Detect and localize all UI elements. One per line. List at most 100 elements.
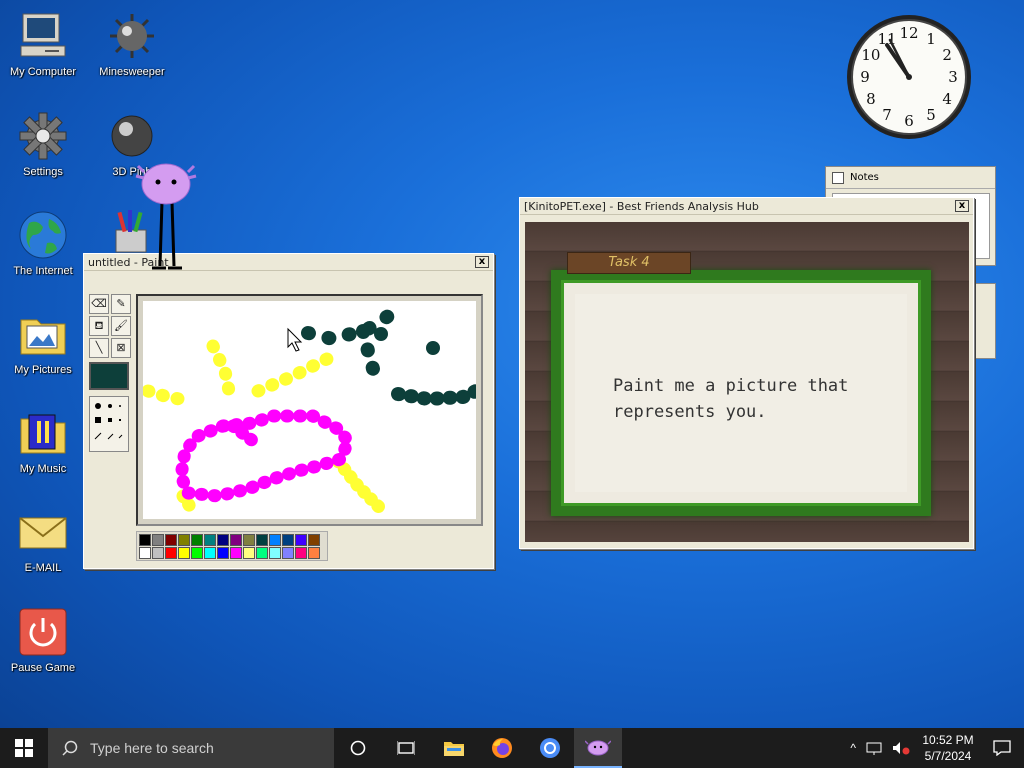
current-color-swatch [89, 362, 129, 390]
palette-swatch[interactable] [152, 534, 164, 546]
palette-swatch[interactable] [230, 534, 242, 546]
palette-swatch[interactable] [243, 534, 255, 546]
notepad-icon [832, 171, 844, 184]
minesweeper-shortcut[interactable]: Minesweeper [92, 10, 172, 78]
select-tool[interactable]: ⊠ [111, 338, 131, 358]
notification-icon [993, 740, 1011, 756]
palette-swatch[interactable] [269, 534, 281, 546]
icon-label: My Computer [9, 66, 77, 78]
palette-swatch[interactable] [204, 547, 216, 559]
clock-number: 4 [942, 90, 952, 108]
palette-swatch[interactable] [308, 547, 320, 559]
palette-swatch[interactable] [295, 547, 307, 559]
system-tray: ^ 10:52 PM 5/7/2024 [844, 728, 1024, 768]
chrome-button[interactable] [526, 728, 574, 768]
task-sign: Task 4 [567, 252, 691, 274]
cortana-icon [350, 740, 366, 756]
palette-swatch[interactable] [217, 534, 229, 546]
palette-swatch[interactable] [204, 534, 216, 546]
clock-number: 5 [926, 106, 936, 124]
notes-window-secondary[interactable] [972, 283, 996, 359]
kinito-icon [585, 740, 611, 756]
clock-number: 12 [899, 24, 918, 42]
firefox-button[interactable] [478, 728, 526, 768]
email-shortcut[interactable]: E-MAIL [3, 506, 83, 574]
brush-tool[interactable]: 🖌 [111, 316, 131, 336]
palette-swatch[interactable] [165, 534, 177, 546]
chevron-up-icon[interactable]: ^ [844, 741, 862, 755]
palette-swatch[interactable] [178, 534, 190, 546]
clock-number: 8 [866, 90, 876, 108]
drawing-canvas[interactable] [141, 301, 483, 519]
file-explorer-button[interactable] [430, 728, 478, 768]
notes-titlebar[interactable]: Notes [826, 167, 995, 189]
brush-size-selector[interactable] [89, 396, 129, 452]
clock-number: 7 [882, 106, 892, 124]
fill-tool[interactable]: ⛾ [89, 316, 109, 336]
computer-icon [17, 10, 69, 62]
pause-game-shortcut[interactable]: Pause Game [3, 606, 83, 674]
icon-label: Pause Game [10, 662, 76, 674]
drawing-strokes [141, 306, 483, 518]
palette-swatch[interactable] [139, 547, 151, 559]
my-music-shortcut[interactable]: My Music [3, 407, 83, 475]
start-button[interactable] [0, 728, 48, 768]
task-instructions: Paint me a picture that represents you. [613, 373, 903, 425]
kinito-close-button[interactable]: x [955, 200, 969, 212]
notifications-button[interactable] [980, 728, 1024, 768]
kinito-taskbar-button[interactable] [574, 728, 622, 768]
chrome-icon [540, 738, 560, 758]
icon-label: My Music [19, 463, 67, 475]
taskbar-clock[interactable]: 10:52 PM 5/7/2024 [916, 732, 980, 764]
palette-swatch[interactable] [308, 534, 320, 546]
palette-swatch[interactable] [295, 534, 307, 546]
eraser-tool[interactable]: ⌫ [89, 294, 109, 314]
my-pictures-shortcut[interactable]: My Pictures [3, 308, 83, 376]
palette-swatch[interactable] [269, 547, 281, 559]
cortana-button[interactable] [334, 728, 382, 768]
paint-window[interactable]: untitled - Paint x ⌫ ✎ ⛾ 🖌 ╲ ⊠ [83, 253, 494, 569]
palette-swatch[interactable] [139, 534, 151, 546]
icon-label: Minesweeper [99, 66, 165, 78]
internet-shortcut[interactable]: The Internet [3, 209, 83, 277]
color-palette[interactable] [136, 531, 328, 561]
task-board: Paint me a picture that represents you. [551, 270, 931, 516]
toolbox: ⌫ ✎ ⛾ 🖌 ╲ ⊠ [89, 294, 133, 452]
power-icon [17, 606, 69, 658]
palette-swatch[interactable] [256, 547, 268, 559]
mine-icon [106, 10, 158, 62]
taskbar-time: 10:52 PM [922, 733, 974, 747]
globe-icon [17, 209, 69, 261]
icon-label: The Internet [13, 265, 73, 277]
palette-swatch[interactable] [243, 547, 255, 559]
palette-swatch[interactable] [191, 547, 203, 559]
clock-number: 3 [948, 68, 958, 86]
palette-swatch[interactable] [217, 547, 229, 559]
pinball-icon [106, 110, 158, 162]
my-computer-shortcut[interactable]: My Computer [3, 10, 83, 78]
palette-swatch[interactable] [152, 547, 164, 559]
palette-swatch[interactable] [256, 534, 268, 546]
line-tool[interactable]: ╲ [89, 338, 109, 358]
paint-close-button[interactable]: x [475, 256, 489, 268]
palette-swatch[interactable] [191, 534, 203, 546]
settings-shortcut[interactable]: Settings [3, 110, 83, 178]
task-view-button[interactable] [382, 728, 430, 768]
network-icon[interactable] [866, 741, 882, 755]
clock-number: 10 [861, 46, 880, 64]
palette-swatch[interactable] [230, 547, 242, 559]
pencil-tool[interactable]: ✎ [111, 294, 131, 314]
volume-muted-icon[interactable] [892, 741, 910, 755]
icon-label: My Pictures [14, 364, 72, 376]
palette-swatch[interactable] [282, 547, 294, 559]
palette-swatch[interactable] [282, 534, 294, 546]
task-line-1: Paint me a picture that [613, 376, 849, 396]
task-line-2: represents you. [613, 402, 767, 422]
palette-swatch[interactable] [178, 547, 190, 559]
taskbar-search-box[interactable]: Type here to search [48, 728, 334, 768]
kinito-character[interactable] [132, 158, 198, 274]
kinito-window[interactable]: [KinitoPET.exe] - Best Friends Analysis … [519, 197, 974, 549]
kinito-titlebar[interactable]: [KinitoPET.exe] - Best Friends Analysis … [520, 198, 973, 215]
taskbar: Type here to search ^ 10:52 PM 5/7/2024 [0, 728, 1024, 768]
palette-swatch[interactable] [165, 547, 177, 559]
